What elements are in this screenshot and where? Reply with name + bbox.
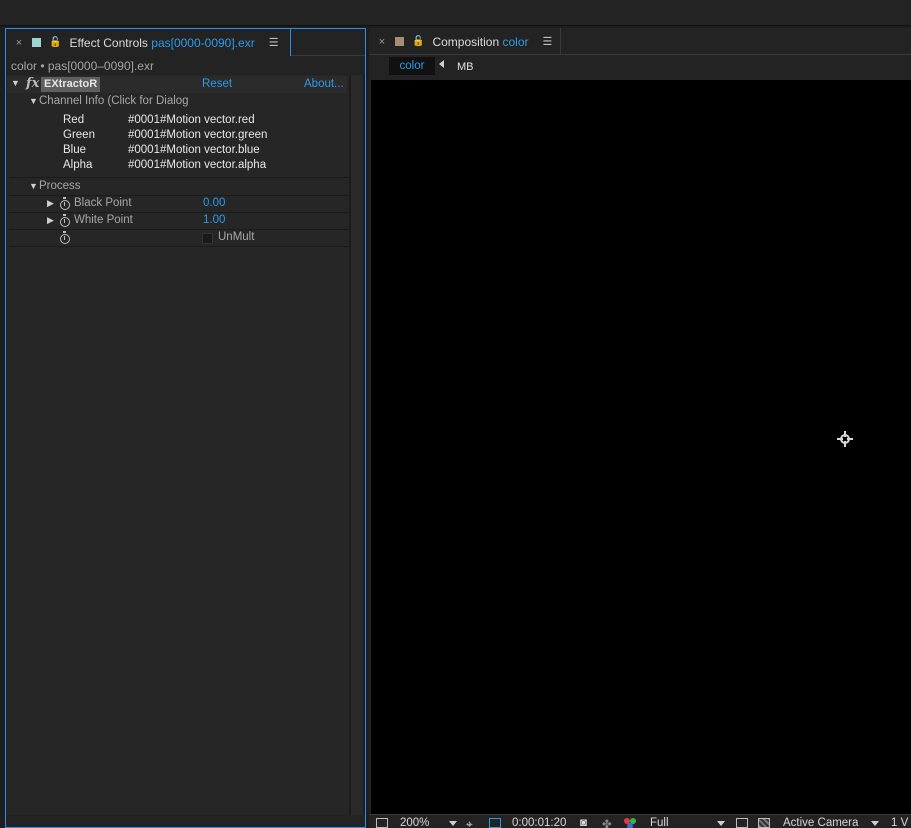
- white-point-value[interactable]: 1.00: [203, 214, 225, 226]
- zoom-dropdown-icon[interactable]: [449, 821, 457, 826]
- unmult-row: UnMult: [7, 230, 347, 247]
- lock-icon[interactable]: 🔓: [49, 37, 61, 48]
- effect-expand-icon[interactable]: ▼: [11, 78, 20, 88]
- views-select[interactable]: 1 V: [891, 817, 908, 828]
- panel-menu-icon[interactable]: ☰: [543, 35, 553, 48]
- tab-effect-controls[interactable]: × 🔓 Effect Controls pas[0000-0090].exr ☰: [6, 29, 291, 56]
- black-point-row: ▶ Black Point 0.00: [7, 196, 347, 213]
- lock-icon[interactable]: 🔓: [412, 36, 424, 47]
- panel-menu-icon[interactable]: ☰: [269, 36, 279, 49]
- close-tab-icon[interactable]: ×: [12, 37, 26, 49]
- channel-value: #0001#Motion vector.alpha: [128, 159, 267, 171]
- about-link[interactable]: About...: [304, 78, 344, 90]
- divider: [9, 177, 349, 178]
- viewer-bottom-bar: 200% ⌖ 0:00:01:20 ◙ ✤ Full Active Camera…: [369, 814, 911, 828]
- vertical-scrollbar[interactable]: [349, 75, 365, 815]
- show-snapshot-icon[interactable]: ✤: [602, 817, 612, 828]
- channel-info-row[interactable]: ▼ Channel Info (Click for Dialog: [7, 94, 347, 111]
- effect-controls-body: ▼ fx EXtractoR Reset About... ▼ Channel …: [7, 75, 349, 815]
- anchor-point-crosshair-icon[interactable]: [837, 431, 853, 447]
- close-tab-icon[interactable]: ×: [375, 36, 389, 48]
- always-preview-icon[interactable]: [376, 818, 388, 828]
- tab-title-label: Composition: [432, 34, 500, 49]
- divider: [9, 246, 349, 247]
- zoom-level[interactable]: 200%: [400, 817, 429, 828]
- channel-info-label[interactable]: Channel Info (Click for Dialog: [39, 95, 189, 107]
- camera-select[interactable]: Active Camera: [783, 817, 858, 828]
- tab-title: Effect Controls pas[0000-0090].exr: [69, 36, 254, 50]
- fx-toggle-icon[interactable]: fx: [26, 76, 39, 91]
- black-point-expand-icon[interactable]: ▶: [47, 198, 54, 209]
- channel-value: #0001#Motion vector.green: [128, 129, 268, 141]
- channel-info-expand-icon[interactable]: ▼: [29, 96, 38, 106]
- comp-name-link[interactable]: color: [503, 35, 529, 49]
- channel-rgb-icon[interactable]: [624, 818, 636, 828]
- channel-name: Blue: [63, 144, 87, 156]
- channel-row-alpha: Alpha #0001#Motion vector.alpha: [7, 159, 347, 176]
- effect-header-row: ▼ fx EXtractoR Reset About...: [7, 76, 347, 93]
- tab-title: Composition color: [432, 35, 528, 49]
- current-time[interactable]: 0:00:01:20: [512, 817, 566, 828]
- unmult-checkbox[interactable]: [202, 233, 213, 244]
- channel-name: Red: [63, 114, 85, 126]
- white-point-row: ▶ White Point 1.00: [7, 213, 347, 230]
- comp-nav-previous[interactable]: MB: [457, 61, 474, 73]
- app-top-bar: [0, 0, 911, 26]
- process-expand-icon[interactable]: ▼: [29, 181, 38, 191]
- process-label[interactable]: Process: [39, 180, 81, 192]
- white-point-expand-icon[interactable]: ▶: [47, 215, 54, 226]
- mask-visibility-icon[interactable]: [489, 818, 501, 828]
- region-of-interest-icon[interactable]: [736, 818, 748, 828]
- composition-viewer[interactable]: [371, 80, 911, 814]
- composition-panel: × 🔓 Composition color ☰ color MB 200% ⌖ …: [369, 28, 911, 828]
- effect-name[interactable]: EXtractoR: [41, 77, 101, 92]
- blue-channel-dot: [627, 823, 633, 828]
- layer-name-link[interactable]: pas[0000-0090].exr: [151, 36, 254, 50]
- channel-value: #0001#Motion vector.red: [128, 114, 255, 126]
- black-point-label: Black Point: [74, 197, 132, 209]
- channel-name: Green: [63, 129, 95, 141]
- stopwatch-icon[interactable]: [60, 214, 70, 227]
- layer-breadcrumb: color • pas[0000–0090].exr: [11, 59, 154, 73]
- process-group-row[interactable]: ▼ Process: [7, 179, 347, 196]
- label-color-swatch[interactable]: [395, 37, 404, 46]
- grid-guides-icon[interactable]: ⌖: [466, 817, 473, 828]
- stopwatch-icon[interactable]: [60, 231, 70, 244]
- white-point-label: White Point: [74, 214, 133, 226]
- unmult-label[interactable]: UnMult: [218, 231, 254, 243]
- label-color-swatch[interactable]: [32, 38, 41, 47]
- channel-value: #0001#Motion vector.blue: [128, 144, 260, 156]
- crosshair-dot: [843, 437, 847, 441]
- resolution-dropdown-icon[interactable]: [717, 821, 725, 826]
- channel-name: Alpha: [63, 159, 93, 171]
- composition-navigator: color MB: [369, 55, 911, 79]
- black-point-value[interactable]: 0.00: [203, 197, 225, 209]
- stopwatch-icon[interactable]: [60, 197, 70, 210]
- scrollbar-thumb[interactable]: [351, 75, 363, 815]
- camera-dropdown-icon[interactable]: [871, 821, 879, 826]
- snapshot-icon[interactable]: ◙: [580, 817, 587, 828]
- reset-link[interactable]: Reset: [202, 78, 232, 90]
- resolution-select[interactable]: Full: [650, 817, 669, 828]
- composition-tab-row: × 🔓 Composition color ☰: [369, 28, 911, 55]
- tab-title-label: Effect Controls: [69, 35, 148, 50]
- transparency-grid-icon[interactable]: [758, 818, 770, 828]
- nav-left-arrow-icon[interactable]: [439, 60, 444, 68]
- effect-controls-panel: × 🔓 Effect Controls pas[0000-0090].exr ☰…: [5, 28, 366, 828]
- effect-controls-tab-row: × 🔓 Effect Controls pas[0000-0090].exr ☰: [6, 29, 365, 56]
- tab-composition[interactable]: × 🔓 Composition color ☰: [375, 28, 561, 55]
- comp-nav-active[interactable]: color: [389, 57, 435, 75]
